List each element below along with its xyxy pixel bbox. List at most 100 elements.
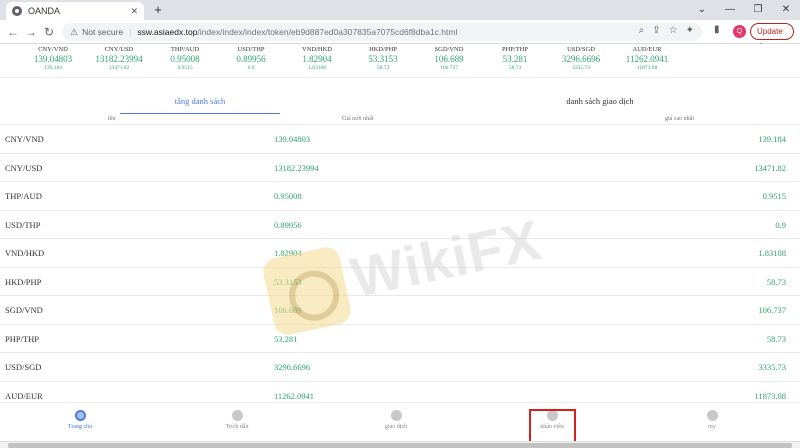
warning-icon[interactable]: ⚠ <box>70 27 78 38</box>
nav-label: Trang chủ <box>67 424 93 430</box>
ticker-card[interactable]: AUD/EUR 11262.0941 11873.08 <box>614 44 680 74</box>
high-price: 0.9515 <box>762 191 786 201</box>
ticker-pair: CNY/VND <box>38 46 68 53</box>
pair-name: VND/HKD <box>5 248 45 258</box>
high-price: 139.184 <box>758 134 786 144</box>
ticker-pair: HKD/PHP <box>369 46 397 53</box>
ticker-card[interactable]: HKD/PHP 53.3153 58.73 <box>350 44 416 74</box>
tab-transaction-list[interactable]: danh sách giao dịch <box>520 92 680 114</box>
ticker-high: 0.9515 <box>177 65 193 71</box>
ticker-high: 0.9 <box>247 65 255 71</box>
reload-button[interactable]: ↻ <box>40 23 58 41</box>
highlight-box <box>529 409 576 443</box>
address-toolbar: ← → ↻ ⚠ Not secure | ssw.asiaedx.top/ind… <box>0 20 800 51</box>
table-row[interactable]: CNY/USD 13182.23994 13471.82 <box>0 152 800 182</box>
pair-name: THP/AUD <box>5 191 42 201</box>
tab-market-list[interactable]: tăng danh sách <box>120 92 280 114</box>
nav-label: my <box>708 424 716 430</box>
ticker-high: 58.73 <box>376 65 390 71</box>
pair-name: HKD/PHP <box>5 276 42 287</box>
ticker-card[interactable]: THP/AUD 0.95008 0.9515 <box>152 44 218 74</box>
nav-item-user[interactable]: my <box>682 403 742 443</box>
high-price: 58.73 <box>766 333 786 344</box>
pair-name: USD/THP <box>5 219 41 230</box>
ticker-price: 106.689 <box>434 54 464 64</box>
high-price: 58.73 <box>766 276 786 287</box>
latest-price: 3296.6696 <box>274 362 311 372</box>
ticker-price: 13182.23994 <box>95 54 143 64</box>
restore-button[interactable]: ❐ <box>744 0 772 20</box>
ticker-pair: CNY/USD <box>104 46 134 53</box>
quote-icon <box>231 410 243 421</box>
column-header-name: tên <box>108 116 116 122</box>
ticker-card[interactable]: USD/THP 0.89956 0.9 <box>218 44 284 74</box>
latest-price: 53.281 <box>274 333 298 344</box>
forward-button[interactable]: → <box>22 23 40 41</box>
high-price: 3335.73 <box>758 362 786 372</box>
sidebar-icon[interactable]: ▮ <box>714 24 720 35</box>
ticker-card[interactable]: SGD/VND 106.689 106.737 <box>416 44 482 74</box>
high-price: 11873.08 <box>754 390 786 401</box>
avatar[interactable]: Q <box>733 25 746 38</box>
ticker-card[interactable]: VND/HKD 1.82904 1.83108 <box>284 44 350 74</box>
new-tab-button[interactable]: + <box>150 2 166 17</box>
table-row[interactable]: CNY/VND 139.04803 139.184 <box>0 124 800 153</box>
column-header-high: giá cao nhất <box>665 116 694 122</box>
ticker-price: 11262.0941 <box>625 54 669 64</box>
nav-label: giao dịch <box>384 424 408 430</box>
scrollbar-thumb[interactable] <box>8 443 792 448</box>
url-separator: | <box>129 27 132 37</box>
update-button[interactable]: Update ⋮ <box>750 23 794 51</box>
ticker-pair: SGD/VND <box>434 46 464 53</box>
url-host: ssw.asiaedx.top <box>137 27 198 37</box>
url-path: /index/index/index/token/eb9d887ed0a3078… <box>197 27 458 37</box>
high-price: 13471.82 <box>754 162 786 173</box>
url-bar[interactable]: ⚠ Not secure | ssw.asiaedx.top/index/ind… <box>62 23 702 41</box>
ticker-pair: VND/HKD <box>302 46 332 53</box>
ticker-high: 106.737 <box>440 65 458 71</box>
ticker-high: 1.83108 <box>308 65 326 71</box>
ticker-price: 53.281 <box>502 54 528 64</box>
page-content: CNY/VND 139.04803 139.184 CNY/USD 13182.2399… <box>0 44 800 448</box>
tab-title: OANDA <box>28 6 61 16</box>
not-secure-label[interactable]: Not secure <box>82 27 123 37</box>
table-row[interactable]: PHP/THP 53.281 58.73 <box>0 323 800 353</box>
zoom-icon[interactable]: ⌕ <box>639 25 645 36</box>
latest-price: 0.89956 <box>274 219 302 230</box>
ticker-card[interactable]: PHP/THP 53.281 58.73 <box>482 44 548 74</box>
nav-label: Trích dẫn <box>225 424 249 430</box>
ticker-price: 53.3153 <box>368 54 398 64</box>
close-tab-icon[interactable]: ✕ <box>130 6 138 17</box>
ticker-price: 0.95008 <box>170 54 200 64</box>
ticker-high: 11873.08 <box>636 65 658 71</box>
ticker-card[interactable]: CNY/VND 139.04803 139.184 <box>20 44 86 74</box>
bottom-nav: Trang chủ Trích dẫn giao dịch nhân viên my <box>0 402 800 442</box>
latest-price: 13182.23994 <box>274 162 319 173</box>
ticker-price: 0.89956 <box>236 54 266 64</box>
back-button[interactable]: ← <box>4 23 22 41</box>
browser-tab[interactable]: OANDA ✕ <box>6 2 144 20</box>
ticker-card[interactable]: CNY/USD 13182.23994 13471.82 <box>86 44 152 74</box>
share-icon[interactable]: ⇪ <box>652 25 660 36</box>
table-row[interactable]: THP/AUD 0.95008 0.9515 <box>0 181 800 210</box>
pair-name: CNY/VND <box>5 134 44 144</box>
pair-name: SGD/VND <box>5 305 43 315</box>
ticker-price: 1.82904 <box>302 54 332 64</box>
nav-item-home[interactable]: Trang chủ <box>50 403 110 443</box>
chevron-down-icon[interactable]: ⌄ <box>688 0 716 20</box>
bookmark-star-icon[interactable]: ☆ <box>669 25 678 36</box>
table-row[interactable]: USD/SGD 3296.6696 3335.73 <box>0 352 800 381</box>
close-window-button[interactable]: ✕ <box>772 0 800 20</box>
minimize-button[interactable]: — <box>716 0 744 20</box>
ticker-card[interactable]: USD/SGD 3296.6696 3335.73 <box>548 44 614 74</box>
nav-item-trade[interactable]: giao dịch <box>366 403 426 443</box>
list-tabs: tăng danh sách danh sách giao dịch <box>0 92 800 114</box>
table-row[interactable]: USD/THP 0.89956 0.9 <box>0 209 800 239</box>
latest-price: 0.95008 <box>274 191 302 201</box>
trade-icon <box>390 410 402 421</box>
nav-item-quote[interactable]: Trích dẫn <box>207 403 267 443</box>
horizontal-scrollbar[interactable] <box>0 441 800 448</box>
user-icon <box>706 410 718 421</box>
update-label: Update <box>757 27 783 36</box>
extensions-icon[interactable]: ✦ <box>686 25 694 36</box>
